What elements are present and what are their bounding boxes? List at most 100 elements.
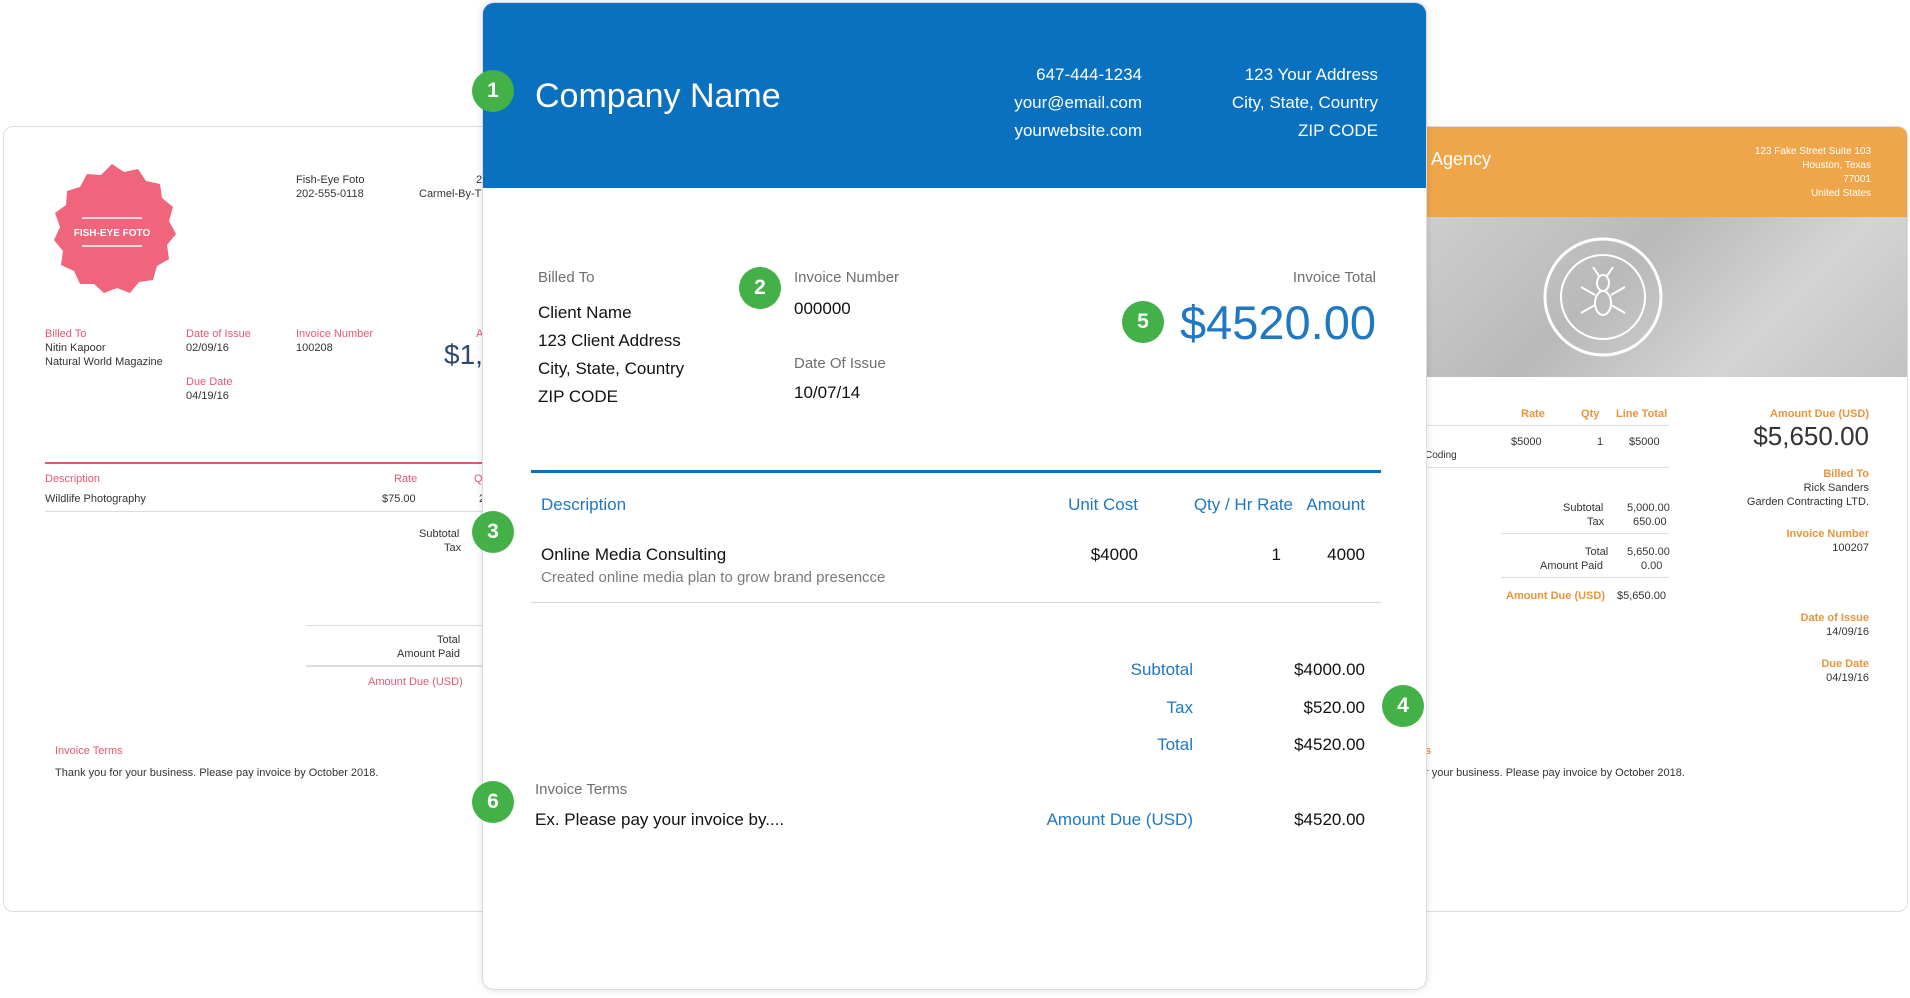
amount-due-label: Amount Due (USD) [1506, 590, 1605, 602]
date-of-issue-label: Date of Issue [1800, 612, 1869, 624]
subtotal-label: Subtotal [1563, 502, 1604, 514]
terms-text: Thank you for your business. Please pay … [55, 767, 379, 779]
tax-value[interactable]: $520.00 [1213, 698, 1365, 718]
company-address[interactable]: 123 Your Address [1232, 61, 1378, 89]
date-of-issue: 14/09/16 [1826, 626, 1869, 638]
item-name[interactable]: Online Media Consulting [541, 545, 726, 565]
client-city[interactable]: City, State, Country [538, 355, 684, 383]
left-invoice-preview: FISH-EYE FOTO Fish-Eye Foto 202-555-0118… [3, 126, 498, 912]
billed-to-block: Client Name 123 Client Address City, Sta… [538, 299, 684, 411]
total-label: Total [1157, 735, 1193, 754]
invoice-header: Company Name 647-444-1234 your@email.com… [483, 3, 1426, 188]
client-name[interactable]: Client Name [538, 299, 684, 327]
client-zip[interactable]: ZIP CODE [538, 383, 684, 411]
date-of-issue-label: Date Of Issue [794, 355, 886, 372]
billed-to-label: Billed To [45, 328, 87, 340]
subtotal-label: Subtotal [1130, 660, 1193, 679]
client-name: Rick Sanders [1803, 482, 1869, 494]
item-name: Coding [1425, 450, 1457, 461]
company-website[interactable]: yourwebsite.com [1014, 117, 1142, 145]
address-line: 77001 [1843, 174, 1871, 185]
item-divider [45, 511, 497, 512]
due-date: 04/19/16 [1826, 672, 1869, 684]
callout-badge-6: 6 [472, 781, 514, 823]
due-date-label: Due Date [186, 376, 233, 388]
item-rate: $5000 [1511, 436, 1542, 448]
amount-paid-label: Amount Paid [1540, 560, 1603, 572]
company-city[interactable]: City, State, Country [1232, 89, 1378, 117]
item-amount: 4000 [1327, 545, 1365, 564]
client-address[interactable]: 123 Client Address [538, 327, 684, 355]
total-divider [306, 625, 497, 626]
description-divider [45, 462, 497, 464]
line-item-rate: $75.00 [382, 493, 416, 505]
agency-address: 123 Fake Street Suite 103 Houston, Texas… [1755, 145, 1871, 201]
line-total-label: Line Total [1616, 408, 1668, 420]
subtotal-value: $4000.00 [1294, 660, 1365, 679]
right-invoice-preview: Agency 123 Fake Street Suite 103 Houston… [1410, 126, 1908, 912]
total-divider [1501, 533, 1669, 534]
item-divider [1411, 467, 1669, 468]
company-name: Fish-Eye Foto [296, 174, 365, 186]
amount-due-label: Amount Due (USD) [368, 676, 463, 688]
invoice-number[interactable]: 000000 [794, 299, 851, 319]
amount-due-big-label: Amount Due (USD) [1770, 408, 1869, 420]
tax-label: Tax [444, 542, 462, 554]
invoice-number: 100207 [1832, 542, 1869, 554]
amount-paid-value: 0.00 [1641, 560, 1663, 572]
terms-text[interactable]: Ex. Please pay your invoice by.... [535, 810, 784, 830]
terms-text: r your business. Please pay invoice by O… [1425, 767, 1685, 779]
total-value: $4520.00 [1294, 735, 1365, 754]
callout-badge-1: 1 [472, 70, 514, 112]
invoice-total: $4520.00 [1179, 296, 1376, 349]
callout-badge-2: 2 [739, 267, 781, 309]
billed-to-label: Billed To [1823, 468, 1869, 480]
subtotal-label: Subtotal [419, 528, 460, 540]
invoice-number-label: Invoice Number [296, 328, 374, 340]
date-of-issue[interactable]: 10/07/14 [794, 383, 860, 403]
company-email[interactable]: your@email.com [1014, 89, 1142, 117]
table-bottom-rule [531, 602, 1381, 603]
amount-due-label: Amount Due (USD) [1046, 810, 1193, 829]
amount-due-big: $5,650.00 [1753, 421, 1869, 451]
logo-text: FISH-EYE FOTO [74, 228, 151, 239]
callout-badge-4: 4 [1382, 685, 1424, 727]
date-of-issue: 02/09/16 [186, 342, 229, 354]
ant-agency-logo-icon [1543, 237, 1663, 357]
company-zip[interactable]: ZIP CODE [1232, 117, 1378, 145]
address-block: 123 Your Address City, State, Country ZI… [1232, 61, 1378, 145]
total-label: Total [1585, 546, 1609, 558]
amount-paid-label: Amount Paid [397, 648, 460, 660]
item-total: $5000 [1629, 436, 1660, 448]
address-line: Houston, Texas [1802, 160, 1871, 171]
item-unit-cost[interactable]: $4000 [988, 545, 1138, 565]
agency-name: Agency [1431, 149, 1492, 169]
terms-label: Invoice Terms [535, 781, 628, 798]
company-city: Carmel-By-Th [419, 188, 488, 200]
tax-value: 650.00 [1633, 516, 1667, 528]
item-qty: 1 [1597, 436, 1604, 448]
table-row[interactable]: Online Media Consulting Created online m… [531, 533, 1381, 603]
total-value: 5,650.00 [1627, 546, 1670, 558]
due-date-label: Due Date [1821, 658, 1869, 670]
invoice-number-label: Invoice Number [1786, 528, 1869, 540]
column-amount: Amount [1306, 495, 1365, 514]
company-phone[interactable]: 647-444-1234 [1014, 61, 1142, 89]
rate-label: Rate [394, 473, 418, 485]
column-unit-cost: Unit Cost [1068, 495, 1138, 514]
callout-badge-5: 5 [1122, 301, 1164, 343]
company-name[interactable]: Company Name [535, 77, 781, 116]
address-line: 123 Fake Street Suite 103 [1754, 146, 1871, 157]
company-phone: 202-555-0118 [296, 188, 364, 200]
item-description[interactable]: Created online media plan to grow brand … [541, 569, 885, 586]
billed-to-label: Billed To [538, 269, 595, 286]
tax-label: Tax [1166, 698, 1193, 717]
invoice-number: 100208 [296, 342, 333, 354]
date-of-issue-label: Date of Issue [186, 328, 251, 340]
client-name: Nitin Kapoor [45, 342, 106, 354]
total-label: Total [437, 634, 461, 646]
client-company: Garden Contracting LTD. [1746, 496, 1869, 508]
column-description: Description [541, 495, 627, 514]
due-date: 04/19/16 [186, 390, 229, 402]
client-company: Natural World Magazine [45, 356, 163, 368]
